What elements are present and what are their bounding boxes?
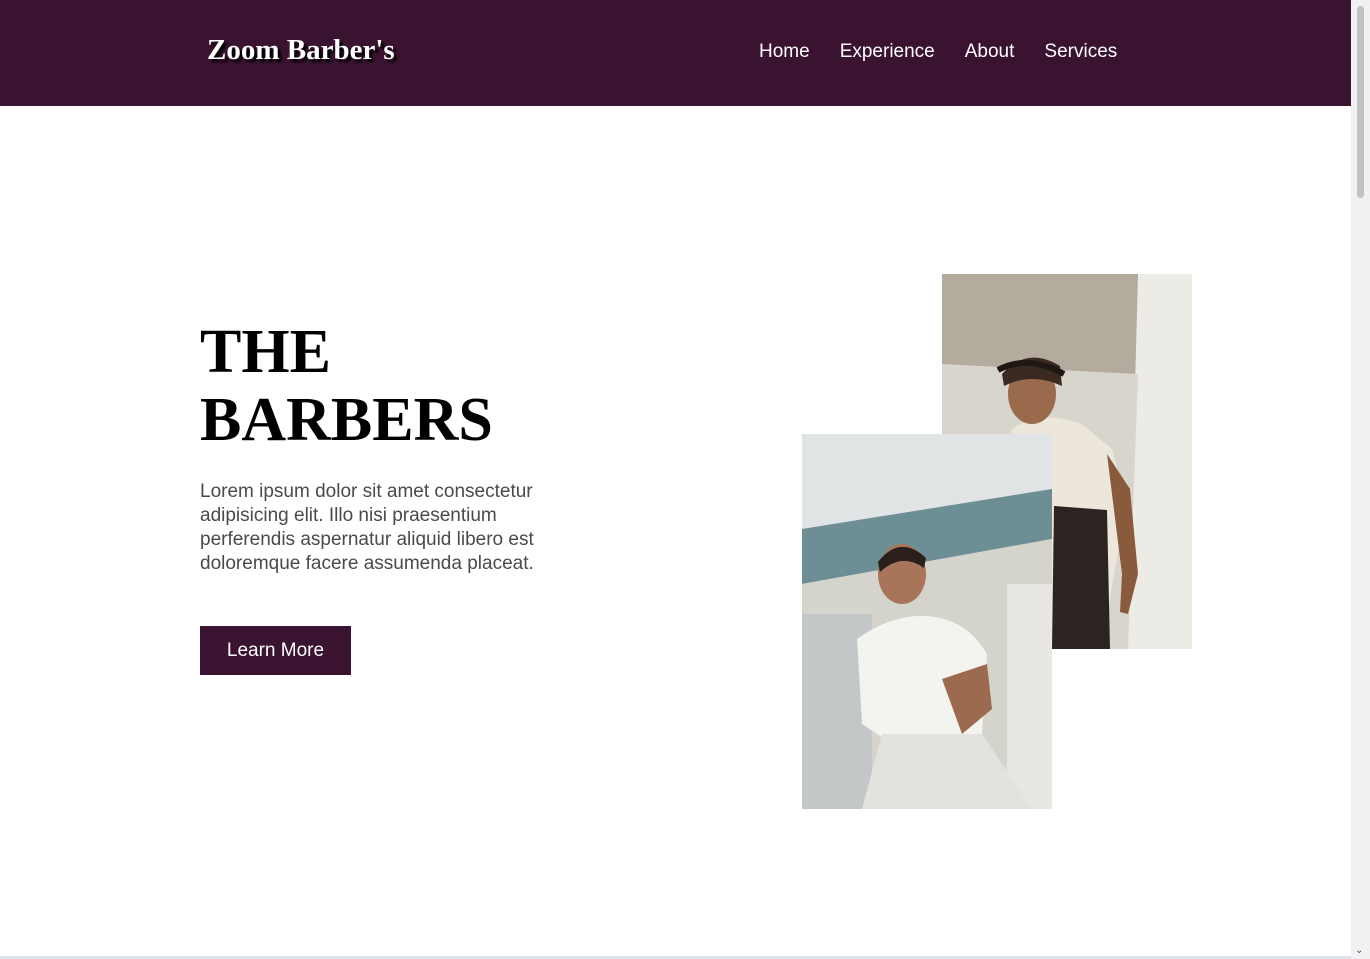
hero-title-line-2: BARBERS xyxy=(200,386,493,454)
nav-link-services[interactable]: Services xyxy=(1029,38,1132,66)
vertical-scrollbar[interactable]: ⌄ xyxy=(1351,0,1370,959)
barber-photo-front xyxy=(802,434,1052,809)
scroll-down-arrow-icon[interactable]: ⌄ xyxy=(1355,945,1363,957)
page: Zoom Barber's Home Experience About Serv… xyxy=(0,0,1351,956)
nav-link-experience[interactable]: Experience xyxy=(825,38,950,66)
site-logo[interactable]: Zoom Barber's xyxy=(207,34,395,67)
hero-title-line-1: THE xyxy=(200,318,331,386)
nav-link-home[interactable]: Home xyxy=(744,38,825,66)
scrollbar-thumb[interactable] xyxy=(1357,6,1364,198)
hero-description: Lorem ipsum dolor sit amet consectetur a… xyxy=(200,481,534,574)
hero-title: THE BARBERS xyxy=(200,318,600,454)
learn-more-button[interactable]: Learn More xyxy=(200,626,351,675)
site-header: Zoom Barber's Home Experience About Serv… xyxy=(0,0,1351,106)
nav-link-about[interactable]: About xyxy=(950,38,1030,66)
main-nav: Home Experience About Services xyxy=(744,38,1132,66)
